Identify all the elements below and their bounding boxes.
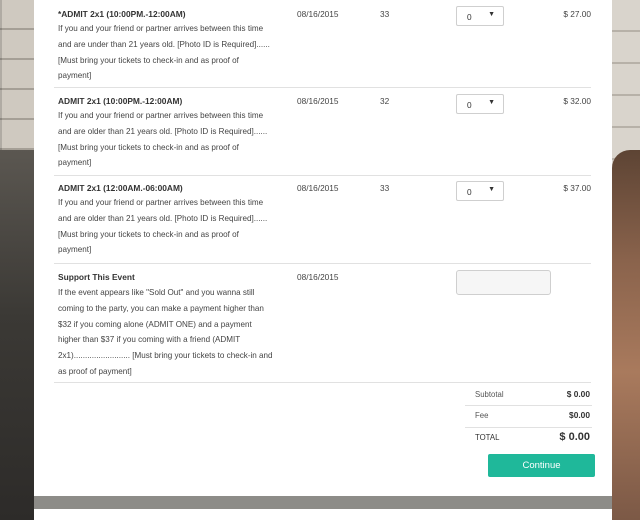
chevron-down-icon: ▼ bbox=[488, 11, 495, 18]
quantity-value: 0 bbox=[467, 100, 472, 110]
ticket-title: ADMIT 2x1 (12:00AM.-06:00AM) bbox=[58, 183, 183, 193]
ticket-description: If you and your friend or partner arrive… bbox=[58, 198, 268, 255]
subtotal-label: Subtotal bbox=[475, 390, 504, 399]
quantity-select[interactable]: 0 ▼ bbox=[456, 6, 504, 26]
ticket-description: If you and your friend or partner arrive… bbox=[58, 111, 268, 168]
support-row: Support This Event If the event appears … bbox=[54, 270, 591, 382]
background-photo-right bbox=[612, 0, 640, 520]
quantity-value: 0 bbox=[467, 12, 472, 22]
ticket-available: 32 bbox=[380, 96, 390, 106]
fee-label: Fee bbox=[475, 411, 489, 420]
background-photo-left bbox=[0, 0, 34, 520]
ticket-description: If you and your friend or partner arrive… bbox=[58, 24, 270, 81]
support-amount-input[interactable] bbox=[456, 270, 551, 295]
ticket-price: $ 32.00 bbox=[563, 96, 591, 106]
support-date: 08/16/2015 bbox=[297, 272, 339, 282]
next-card bbox=[34, 509, 612, 520]
ticket-row: ADMIT 2x1 (12:00AM.-06:00AM) If you and … bbox=[54, 181, 591, 264]
divider bbox=[54, 382, 591, 383]
ticket-price: $ 27.00 bbox=[563, 9, 591, 19]
ticket-date: 08/16/2015 bbox=[297, 96, 339, 106]
fee-value: $0.00 bbox=[569, 410, 590, 420]
ticket-price: $ 37.00 bbox=[563, 183, 591, 193]
ticket-row: ADMIT 2x1 (10:00PM.-12:00AM) If you and … bbox=[54, 94, 591, 176]
fee-row: Fee $0.00 bbox=[465, 407, 592, 428]
quantity-select[interactable]: 0 ▼ bbox=[456, 181, 504, 201]
support-description: If the event appears like "Sold Out" and… bbox=[58, 288, 273, 376]
total-row: TOTAL $ 0.00 bbox=[465, 429, 592, 451]
continue-button[interactable]: Continue bbox=[488, 454, 595, 477]
ticket-title: *ADMIT 2x1 (10:00PM.-12:00AM) bbox=[58, 9, 186, 19]
total-label: TOTAL bbox=[475, 433, 500, 442]
ticket-card: *ADMIT 2x1 (10:00PM.-12:00AM) If you and… bbox=[34, 0, 612, 496]
quantity-select[interactable]: 0 ▼ bbox=[456, 94, 504, 114]
ticket-available: 33 bbox=[380, 9, 390, 19]
support-title: Support This Event bbox=[58, 272, 135, 282]
total-value: $ 0.00 bbox=[559, 431, 590, 443]
ticket-title: ADMIT 2x1 (10:00PM.-12:00AM) bbox=[58, 96, 183, 106]
ticket-row: *ADMIT 2x1 (10:00PM.-12:00AM) If you and… bbox=[54, 6, 591, 88]
chevron-down-icon: ▼ bbox=[488, 186, 495, 193]
ticket-date: 08/16/2015 bbox=[297, 9, 339, 19]
subtotal-value: $ 0.00 bbox=[566, 389, 590, 399]
subtotal-row: Subtotal $ 0.00 bbox=[465, 386, 592, 406]
quantity-value: 0 bbox=[467, 187, 472, 197]
chevron-down-icon: ▼ bbox=[488, 99, 495, 106]
ticket-available: 33 bbox=[380, 183, 390, 193]
ticket-date: 08/16/2015 bbox=[297, 183, 339, 193]
